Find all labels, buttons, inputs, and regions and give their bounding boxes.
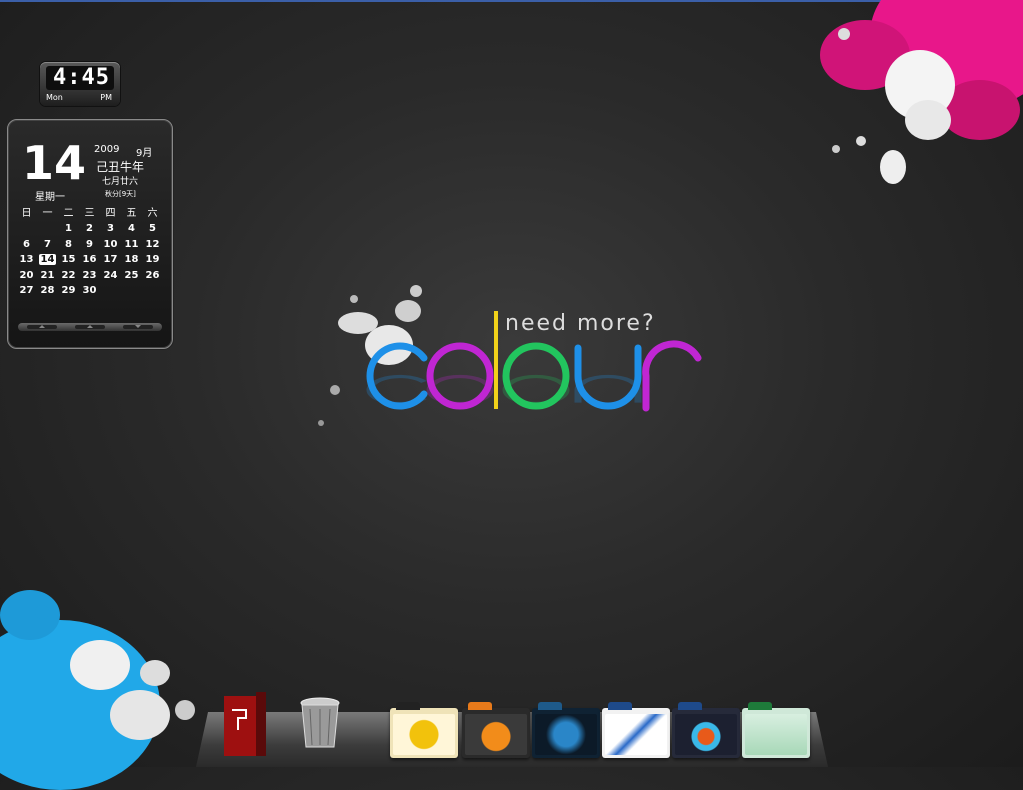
calendar-date[interactable]: 12 [142, 237, 163, 252]
calendar-date[interactable]: 5 [142, 221, 163, 236]
calendar-date[interactable]: 20 [16, 268, 37, 283]
weekday-header: 一 [42, 208, 53, 219]
calendar-year: 2009 [94, 144, 120, 155]
calendar-date[interactable]: 15 [58, 252, 79, 267]
calendar-date[interactable] [100, 283, 121, 298]
calendar-date[interactable]: 28 [37, 283, 58, 298]
next-month-button[interactable] [123, 325, 153, 329]
calendar-ganzhi-year: 己丑牛年 [96, 160, 145, 174]
calendar-date[interactable]: 29 [58, 283, 79, 298]
calendar-date[interactable]: 8 [58, 237, 79, 252]
calendar-date[interactable]: 10 [100, 237, 121, 252]
calendar-date[interactable] [142, 283, 163, 298]
top-edge [0, 0, 1023, 2]
weekday-header: 二 [63, 208, 74, 219]
triangle-down-icon [135, 325, 141, 328]
calendar-week: 27 28 29 30 [16, 283, 166, 298]
calendar-date[interactable] [37, 221, 58, 236]
calendar-solar-term: 秋分[9天] [105, 190, 136, 198]
calendar-date[interactable]: 18 [121, 252, 142, 267]
folder-sketch-icon[interactable] [602, 702, 670, 758]
clock-time: 4:45 [46, 66, 114, 90]
weekday-header: 六 [147, 208, 158, 219]
clock-day: Mon [46, 93, 63, 102]
trash-icon[interactable] [298, 697, 342, 751]
calendar-grid: 日 一 二 三 四 五 六 1 2 3 4 5 6 7 8 9 10 11 12… [16, 206, 166, 298]
folder-figure-icon[interactable] [672, 702, 740, 758]
calendar-date[interactable]: 17 [100, 252, 121, 267]
calendar-date[interactable]: 19 [142, 252, 163, 267]
calendar-control-bar [18, 323, 162, 331]
calendar-date[interactable] [16, 221, 37, 236]
calendar-day-number: 14 [22, 136, 87, 190]
calendar-date[interactable]: 21 [37, 268, 58, 283]
calendar-date[interactable]: 30 [79, 283, 100, 298]
calendar-week: 6 7 8 9 10 11 12 [16, 237, 166, 252]
logo-tagline: need more? [505, 311, 656, 336]
today-button[interactable] [75, 325, 105, 329]
weekday-header: 三 [84, 208, 95, 219]
calendar-date[interactable]: 24 [100, 268, 121, 283]
calendar-lunar-date: 七月廿六 [102, 177, 139, 187]
clock-widget[interactable]: 4:45 Mon PM [40, 62, 120, 106]
today-highlight: 14 [38, 254, 57, 266]
calendar-date[interactable]: 16 [79, 252, 100, 267]
calendar-date[interactable]: 6 [16, 237, 37, 252]
calendar-date[interactable]: 1 [58, 221, 79, 236]
calendar-date[interactable]: 25 [121, 268, 142, 283]
weekday-header: 日 [21, 208, 32, 219]
calendar-week: 20 21 22 23 24 25 26 [16, 268, 166, 283]
triangle-up-icon [39, 325, 45, 328]
calendar-date[interactable]: 9 [79, 237, 100, 252]
colour-logo-reflection [366, 374, 642, 406]
calendar-date-today[interactable]: 14 [37, 252, 58, 267]
calendar-widget[interactable]: 14 2009 9月 己丑牛年 七月廿六 星期一 秋分[9天] 日 一 二 三 … [7, 119, 173, 349]
calendar-date[interactable]: 3 [100, 221, 121, 236]
diamond-icon [87, 325, 93, 328]
calendar-week: 13 14 15 16 17 18 19 [16, 252, 166, 267]
calendar-month: 9月 [136, 148, 153, 159]
calendar-date[interactable] [121, 283, 142, 298]
calendar-date[interactable]: 27 [16, 283, 37, 298]
calendar-date[interactable]: 26 [142, 268, 163, 283]
calendar-date[interactable]: 11 [121, 237, 142, 252]
folder-radiation-icon[interactable] [462, 702, 530, 758]
calendar-date[interactable]: 2 [79, 221, 100, 236]
calendar-date[interactable]: 23 [79, 268, 100, 283]
calendar-date[interactable]: 22 [58, 268, 79, 283]
calendar-date[interactable]: 13 [16, 252, 37, 267]
calendar-date[interactable]: 7 [37, 237, 58, 252]
weekday-header: 四 [105, 208, 116, 219]
folder-blue-creature-icon[interactable] [532, 702, 600, 758]
prev-month-button[interactable] [27, 325, 57, 329]
folder-robot-icon[interactable] [390, 702, 458, 758]
calendar-week: 1 2 3 4 5 [16, 221, 166, 236]
calendar-weekday: 星期一 [35, 192, 65, 203]
weekday-header: 五 [126, 208, 137, 219]
calendar-date[interactable]: 4 [121, 221, 142, 236]
calendar-week-header: 日 一 二 三 四 五 六 [16, 206, 166, 221]
pdf-reader-icon[interactable] [222, 690, 270, 758]
clock-ampm: PM [100, 93, 112, 102]
folder-tree-icon[interactable] [742, 702, 810, 758]
